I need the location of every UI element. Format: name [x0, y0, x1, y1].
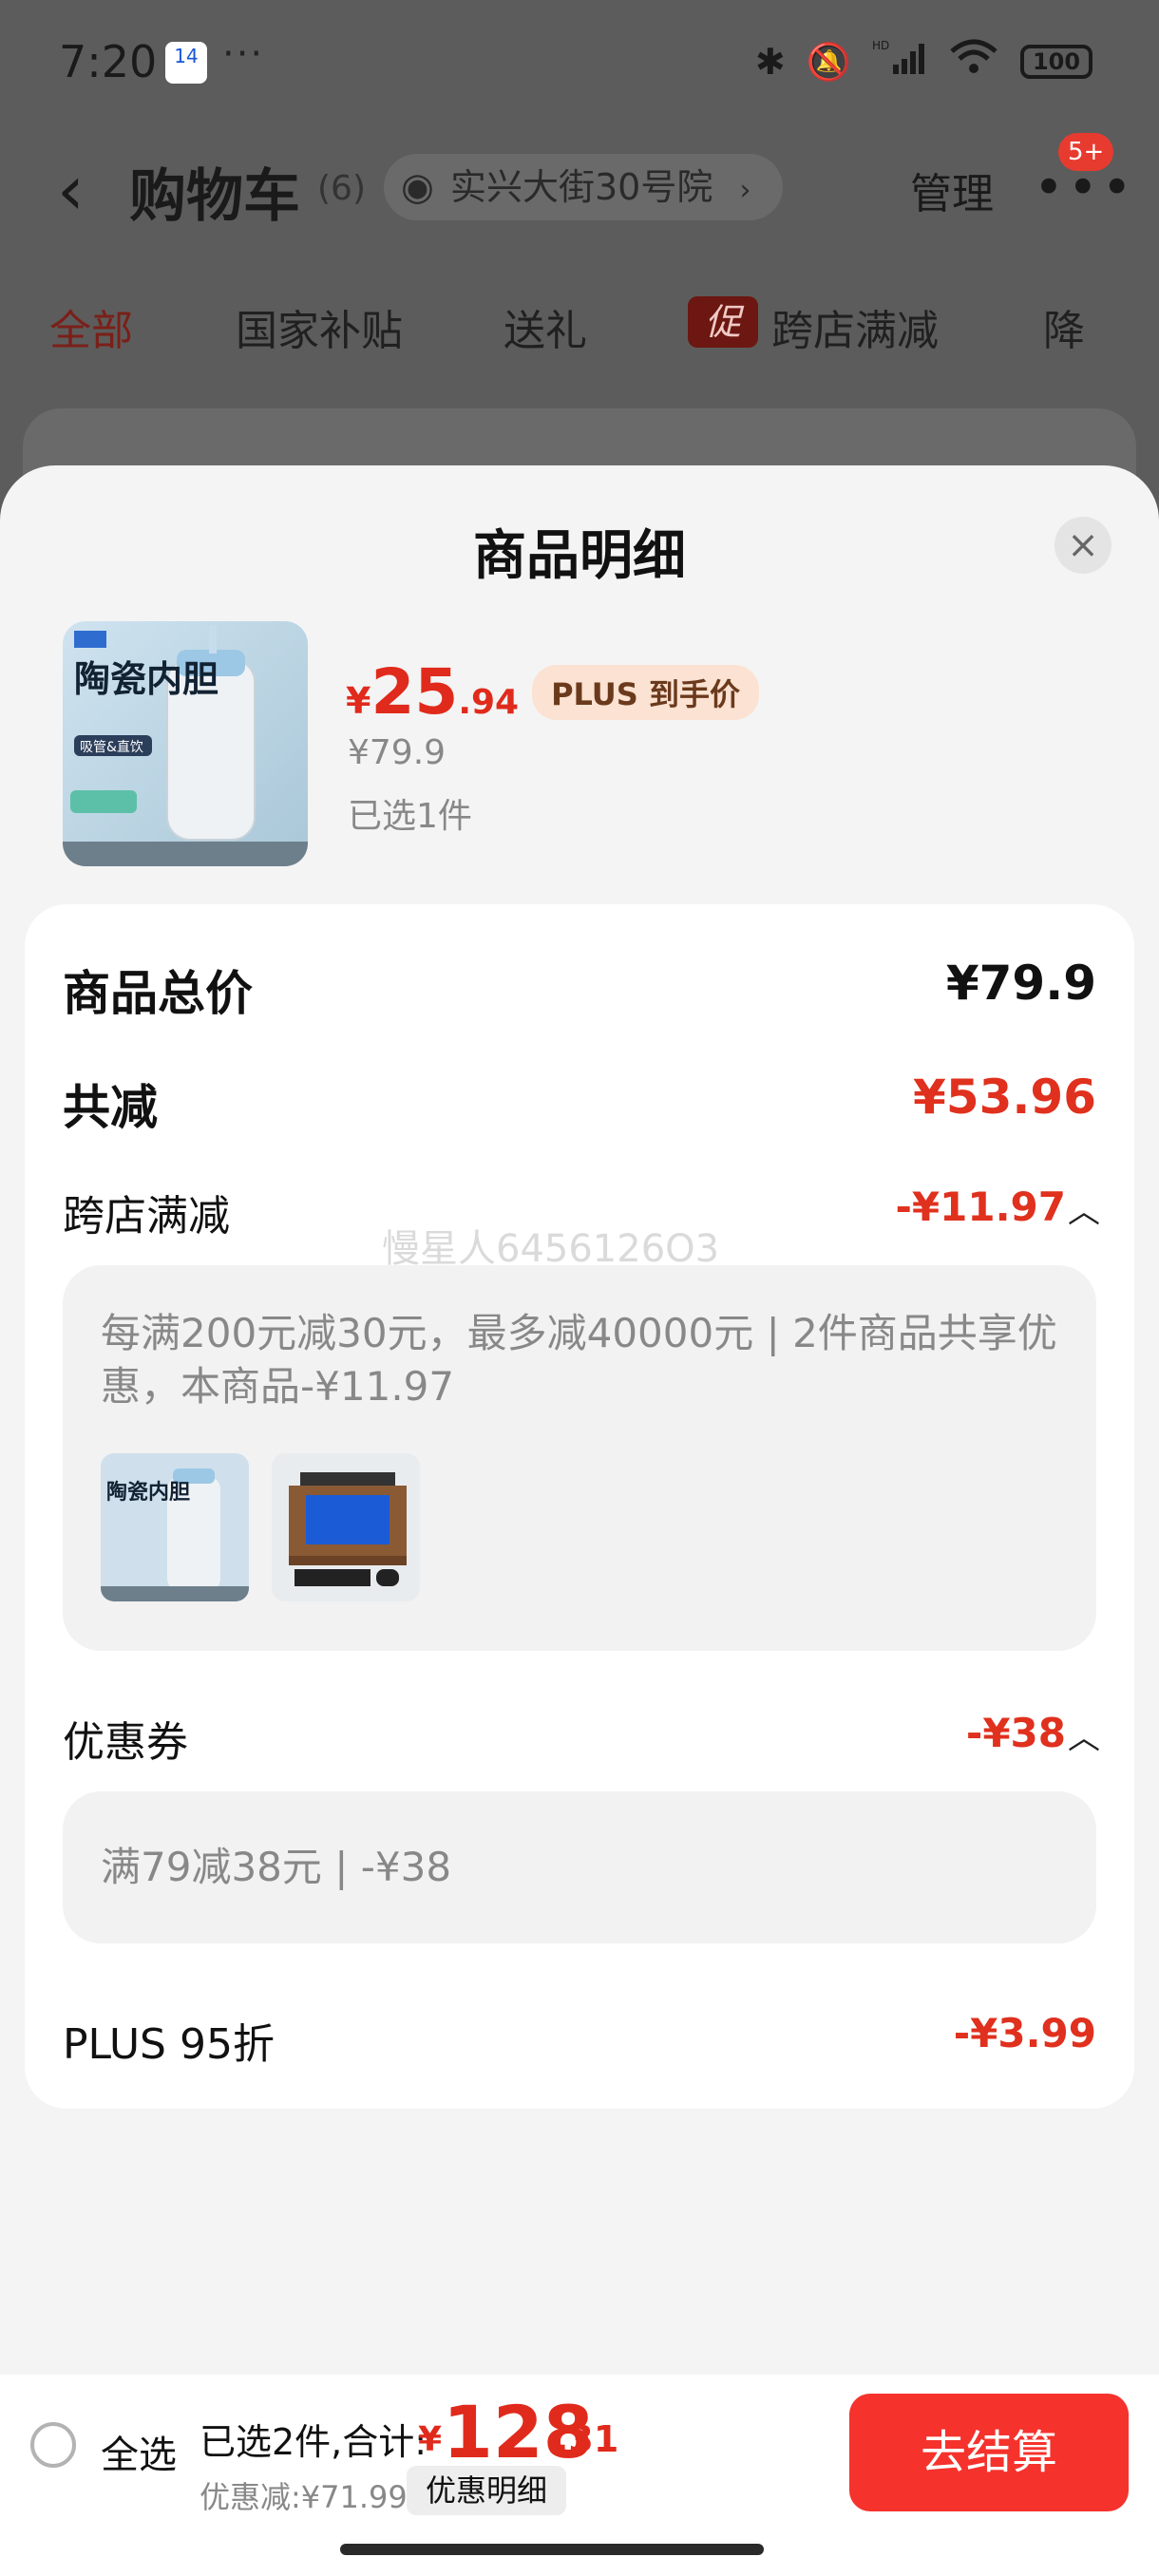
coupon-description: 满79减38元 | -¥38: [101, 1844, 452, 1890]
chevron-right-icon: ›: [739, 174, 751, 207]
price-detail-card: 商品总价 ¥79.9 共减 ¥53.96 跨店满减 -¥11.97 ︿ 慢星人6…: [25, 904, 1134, 2109]
promo-tag: 促: [688, 296, 758, 348]
battery-icon: 100: [1020, 44, 1092, 79]
chevron-up-icon[interactable]: ︿: [1068, 1185, 1100, 1232]
total-price-value: ¥79.9: [945, 956, 1096, 1011]
total-symbol: ¥: [418, 2420, 443, 2459]
select-all-label[interactable]: 全选: [101, 2424, 177, 2479]
checkout-button[interactable]: 去结算: [849, 2394, 1129, 2511]
product-image[interactable]: 陶瓷内胆 吸管&直饮: [63, 621, 308, 866]
cart-count: (6): [317, 169, 366, 208]
tab-cross-store[interactable]: 促跨店满减: [688, 296, 939, 357]
tab-gift[interactable]: 送礼: [504, 296, 587, 357]
coupon-value: -¥38: [965, 1710, 1066, 1756]
mute-icon: 🔕: [806, 40, 851, 83]
tab-all[interactable]: 全部: [49, 296, 133, 357]
address-text: 实兴大街30号院: [450, 166, 713, 208]
plus-discount-label: PLUS 95折: [63, 2020, 275, 2069]
original-price: ¥79.9: [348, 733, 446, 772]
total-discount-label: 共减: [63, 1080, 158, 1135]
overflow-icon: ···: [222, 32, 265, 76]
signal-icon: HD: [872, 38, 927, 85]
svg-text:HD: HD: [872, 39, 889, 52]
plus-discount-value: -¥3.99: [953, 2010, 1096, 2056]
tab-subsidy[interactable]: 国家补贴: [236, 296, 403, 357]
cart-header: ‹ 购物车 (6) ◉ 实兴大街30号院 › 管理 ••• 5+: [0, 133, 1159, 247]
page-title: 购物车: [129, 163, 300, 230]
cross-store-detail-box: 每满200元减30元，最多减40000元 | 2件商品共享优惠，本商品-¥11.…: [63, 1265, 1096, 1651]
plus-price-tag: PLUS 到手价: [532, 664, 759, 720]
notification-badge: 5+: [1058, 133, 1114, 171]
total-discount-value: ¥53.96: [913, 1070, 1096, 1125]
selected-quantity: 已选1件: [348, 797, 472, 836]
sheet-title: 商品明细: [473, 525, 686, 587]
home-indicator[interactable]: [340, 2544, 764, 2555]
bluetooth-icon: ✱: [754, 40, 786, 83]
cross-store-description: 每满200元减30元，最多减40000元 | 2件商品共享优惠，本商品-¥11.…: [101, 1310, 1057, 1410]
total-decimal: .31: [555, 2418, 619, 2460]
eye-icon: ◉: [401, 165, 434, 209]
chevron-up-icon[interactable]: ︿: [1068, 1712, 1100, 1758]
calendar-icon: 14: [165, 42, 207, 84]
filter-tabs: 全部 国家补贴 送礼 促跨店满减 降: [0, 285, 1159, 361]
status-time: 7:20: [59, 36, 158, 87]
status-bar: 7:20 14 ··· ✱ 🔕 HD 100: [0, 0, 1159, 123]
address-selector[interactable]: ◉ 实兴大街30号院 ›: [384, 154, 784, 220]
coupon-detail-box: 满79减38元 | -¥38: [63, 1791, 1096, 1943]
coupon-label: 优惠券: [63, 1718, 188, 1767]
wifi-icon: [948, 38, 999, 85]
total-price-label: 商品总价: [63, 966, 253, 1021]
discount-summary: 优惠减:¥71.99: [200, 2479, 408, 2515]
manage-button[interactable]: 管理: [910, 160, 994, 220]
svg-text:陶瓷内胆: 陶瓷内胆: [74, 658, 218, 700]
close-icon[interactable]: ×: [1054, 517, 1112, 574]
status-icons: ✱ 🔕 HD 100: [755, 38, 1092, 85]
cross-store-label: 跨店满减: [63, 1192, 230, 1241]
product-detail-sheet: 商品明细 × 陶瓷内胆 吸管&直饮 ¥ 25 .94 PLUS 到手价 ¥79.…: [0, 465, 1159, 2576]
product-thumbnail[interactable]: 陶瓷内胆: [101, 1453, 249, 1601]
svg-text:陶瓷内胆: 陶瓷内胆: [106, 1480, 190, 1505]
cross-store-value: -¥11.97: [895, 1184, 1066, 1230]
tab-price-drop[interactable]: 降: [1043, 296, 1085, 357]
desk-thumbnail[interactable]: [272, 1453, 420, 1601]
selection-summary: 已选2件,合计:: [200, 2421, 428, 2463]
checkout-bar: 全选 已选2件,合计: ¥ 128 .31 优惠减:¥71.99 优惠明细 去结…: [0, 2375, 1159, 2576]
back-icon[interactable]: ‹: [57, 152, 85, 228]
discount-detail-button[interactable]: 优惠明细: [407, 2466, 567, 2515]
select-all-radio[interactable]: [30, 2422, 76, 2468]
product-price: ¥ 25 .94 PLUS 到手价: [346, 655, 759, 729]
svg-text:吸管&直饮: 吸管&直饮: [80, 739, 143, 755]
